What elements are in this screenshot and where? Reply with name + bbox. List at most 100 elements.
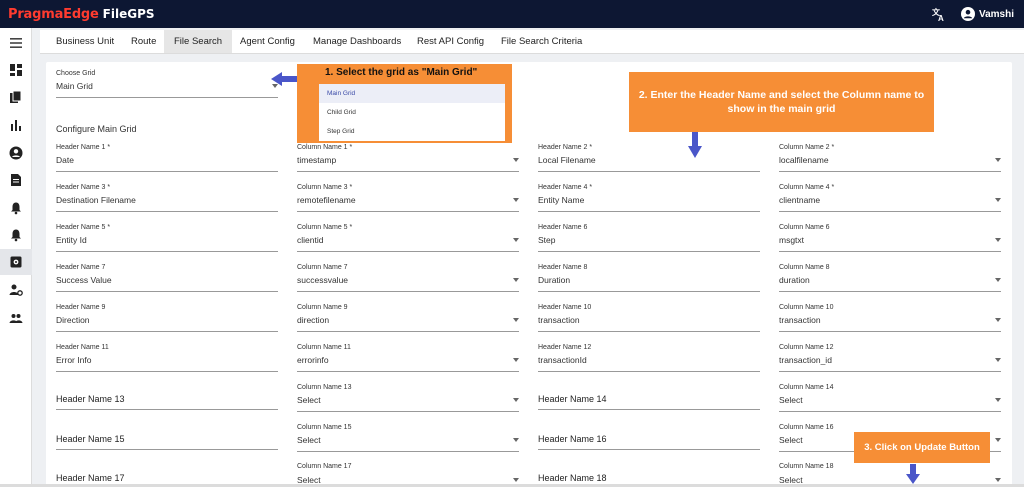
sidebar-item-user-admin[interactable] <box>0 277 32 303</box>
chevron-down-icon <box>995 238 1001 242</box>
field-value: Date <box>56 155 74 165</box>
brand-logo: PragmaEdge <box>8 6 99 22</box>
header-name-16-input[interactable]: Header Name 16 <box>538 422 760 450</box>
sidebar-item-documents[interactable] <box>0 167 32 193</box>
column-name-10-select[interactable]: Column Name 10 transaction <box>779 304 1001 332</box>
top-right-actions: 文 A Vamshi <box>931 0 1014 28</box>
column-name-3-select[interactable]: Column Name 3 * remotefilename <box>297 184 519 212</box>
top-app-bar: PragmaEdge FileGPS 文 A Vamshi <box>0 0 1024 28</box>
user-name[interactable]: Vamshi <box>979 9 1014 20</box>
field-label: Header Name 10 <box>538 304 592 311</box>
choose-grid-select[interactable]: Choose Grid Main Grid <box>56 70 278 98</box>
field-label: Column Name 14 <box>779 384 834 391</box>
field-placeholder: Header Name 14 <box>538 394 607 404</box>
chevron-down-icon <box>513 158 519 162</box>
tab-manage-dashboards[interactable]: Manage Dashboards <box>313 30 401 53</box>
field-label: Header Name 12 <box>538 344 592 351</box>
field-value: transactionId <box>538 355 587 365</box>
header-name-6-input[interactable]: Header Name 6 Step <box>538 224 760 252</box>
sidebar-item-profile[interactable] <box>0 140 32 166</box>
field-value: successvalue <box>297 275 349 285</box>
chevron-down-icon <box>513 398 519 402</box>
header-name-11-input[interactable]: Header Name 11 Error Info <box>56 344 278 372</box>
header-name-10-input[interactable]: Header Name 10 transaction <box>538 304 760 332</box>
column-name-14-select[interactable]: Column Name 14 Select <box>779 384 1001 412</box>
column-name-11-select[interactable]: Column Name 11 errorinfo <box>297 344 519 372</box>
grid-option-main[interactable]: Main Grid <box>319 84 505 103</box>
tab-business-unit[interactable]: Business Unit <box>56 30 114 53</box>
column-name-13-select[interactable]: Column Name 13 Select <box>297 384 519 412</box>
header-name-12-input[interactable]: Header Name 12 transactionId <box>538 344 760 372</box>
column-name-15-select[interactable]: Column Name 15 Select <box>297 424 519 452</box>
sidebar-item-settings[interactable] <box>0 249 32 275</box>
header-name-15-input[interactable]: Header Name 15 <box>56 422 278 450</box>
tab-agent-config[interactable]: Agent Config <box>240 30 295 53</box>
account-circle-icon[interactable] <box>960 7 975 21</box>
column-name-1-select[interactable]: Column Name 1 * timestamp <box>297 144 519 172</box>
header-name-18-input[interactable]: Header Name 18 <box>538 460 760 484</box>
chevron-down-icon <box>995 398 1001 402</box>
field-label: Header Name 5 * <box>56 224 111 231</box>
field-value: msgtxt <box>779 235 805 245</box>
translate-icon[interactable]: 文 A <box>931 6 947 22</box>
step1-callout: 1. Select the grid as "Main Grid" Main G… <box>297 64 512 143</box>
field-label: Column Name 3 * <box>297 184 353 191</box>
field-label: Column Name 6 <box>779 224 830 231</box>
column-name-8-select[interactable]: Column Name 8 duration <box>779 264 1001 292</box>
tab-route[interactable]: Route <box>131 30 156 53</box>
sidebar-item-groups[interactable] <box>0 305 32 331</box>
column-name-17-select[interactable]: Column Name 17 Select <box>297 463 519 485</box>
header-name-9-input[interactable]: Header Name 9 Direction <box>56 304 278 332</box>
column-name-2-select[interactable]: Column Name 2 * localfilename <box>779 144 1001 172</box>
header-name-8-input[interactable]: Header Name 8 Duration <box>538 264 760 292</box>
chevron-down-icon <box>513 478 519 482</box>
field-label: Header Name 7 <box>56 264 106 271</box>
field-value: transaction <box>779 315 821 325</box>
header-name-13-input[interactable]: Header Name 13 <box>56 382 278 410</box>
field-label: Header Name 6 <box>538 224 588 231</box>
column-name-12-select[interactable]: Column Name 12 transaction_id <box>779 344 1001 372</box>
column-name-9-select[interactable]: Column Name 9 direction <box>297 304 519 332</box>
tab-file-search[interactable]: File Search <box>164 30 233 53</box>
sidebar-item-alerts-config[interactable] <box>0 222 32 248</box>
field-value: direction <box>297 315 330 325</box>
chevron-down-icon <box>513 318 519 322</box>
field-label: Header Name 2 * <box>538 144 593 151</box>
column-name-18-select[interactable]: Column Name 18 Select <box>779 463 1001 485</box>
field-placeholder: Header Name 17 <box>56 473 125 483</box>
tab-file-search-criteria[interactable]: File Search Criteria <box>501 30 582 53</box>
sidebar-menu-toggle[interactable] <box>0 30 32 56</box>
sidebar-item-files[interactable] <box>0 84 32 110</box>
header-name-5-input[interactable]: Header Name 5 * Entity Id <box>56 224 278 252</box>
field-value: transaction_id <box>779 355 832 365</box>
sidebar-item-alerts[interactable] <box>0 195 32 221</box>
field-label: Column Name 4 * <box>779 184 835 191</box>
field-label: Column Name 18 <box>779 463 834 470</box>
grid-option-child[interactable]: Child Grid <box>319 103 505 122</box>
field-label: Header Name 1 * <box>56 144 111 151</box>
header-name-1-input[interactable]: Header Name 1 * Date <box>56 144 278 172</box>
column-name-4-select[interactable]: Column Name 4 * clientname <box>779 184 1001 212</box>
header-name-14-input[interactable]: Header Name 14 <box>538 382 760 410</box>
field-label: Header Name 8 <box>538 264 588 271</box>
column-name-5-select[interactable]: Column Name 5 * clientid <box>297 224 519 252</box>
column-name-6-select[interactable]: Column Name 6 msgtxt <box>779 224 1001 252</box>
grid-option-step[interactable]: Step Grid <box>319 122 505 141</box>
field-value: clientid <box>297 235 324 245</box>
chevron-down-icon <box>513 358 519 362</box>
tab-rest-api-config[interactable]: Rest API Config <box>417 30 484 53</box>
header-name-17-input[interactable]: Header Name 17 <box>56 460 278 484</box>
user-settings-icon <box>9 284 23 296</box>
header-name-3-input[interactable]: Header Name 3 * Destination Filename <box>56 184 278 212</box>
header-name-7-input[interactable]: Header Name 7 Success Value <box>56 264 278 292</box>
column-name-7-select[interactable]: Column Name 7 successvalue <box>297 264 519 292</box>
field-placeholder: Header Name 13 <box>56 394 125 404</box>
field-value: remotefilename <box>297 195 356 205</box>
field-label: Header Name 11 <box>56 344 109 351</box>
field-label: Column Name 10 <box>779 304 834 311</box>
header-name-4-input[interactable]: Header Name 4 * Entity Name <box>538 184 760 212</box>
sidebar-item-reports[interactable] <box>0 112 32 138</box>
field-label: Column Name 5 * <box>297 224 353 231</box>
sidebar-item-dashboard[interactable] <box>0 57 32 83</box>
header-name-2-input[interactable]: Header Name 2 * Local Filename <box>538 144 760 172</box>
